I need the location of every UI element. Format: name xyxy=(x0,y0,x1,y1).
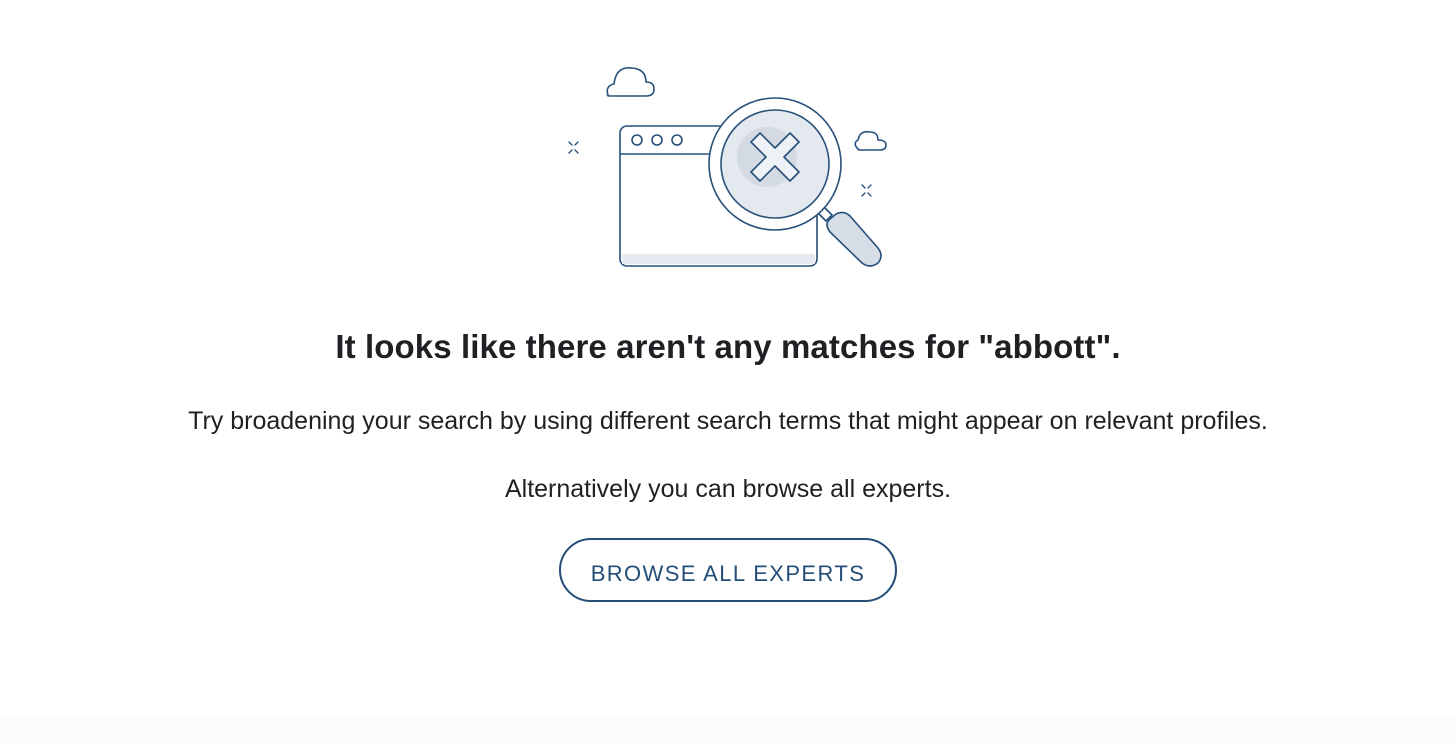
sparkle-icon xyxy=(861,184,872,197)
cloud-icon xyxy=(854,130,887,151)
search-suggestion-text: Try broadening your search by using diff… xyxy=(188,407,1268,435)
footer-band xyxy=(0,716,1456,744)
alternative-text: Alternatively you can browse all experts… xyxy=(504,475,952,503)
sparkle-icon xyxy=(568,141,579,154)
search-results-page: It looks like there aren't any matches f… xyxy=(0,0,1456,744)
magnifier-handle-icon xyxy=(816,205,882,267)
no-results-illustration xyxy=(560,58,900,283)
cloud-icon xyxy=(606,67,655,97)
no-results-heading: It looks like there aren't any matches f… xyxy=(335,328,1121,365)
no-results-magnifier-icon xyxy=(568,67,887,267)
browse-all-experts-button[interactable]: BROWSE ALL EXPERTS xyxy=(559,538,897,602)
